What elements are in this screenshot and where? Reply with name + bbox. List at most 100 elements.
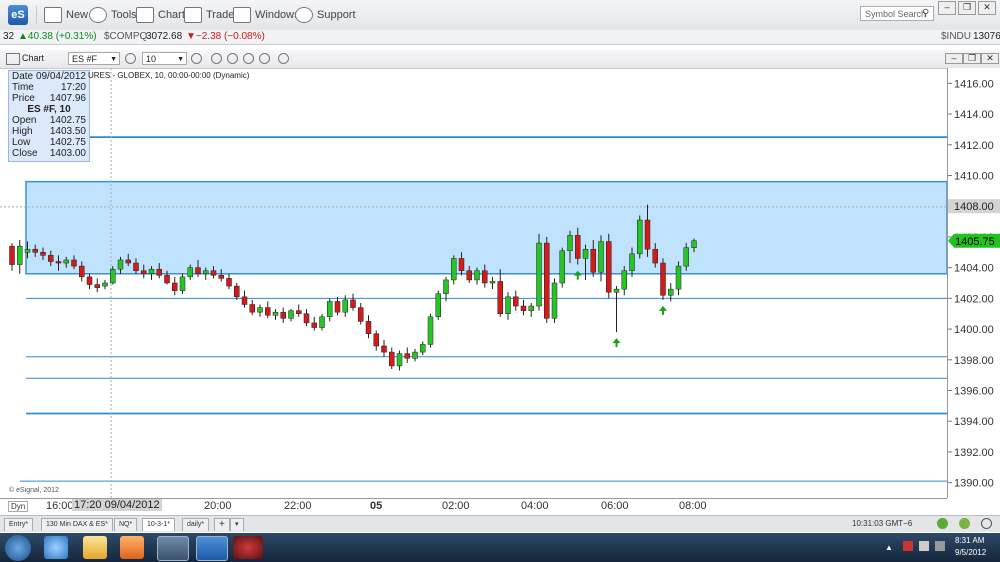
esignal-taskbar-icon[interactable] <box>196 536 228 561</box>
new-button[interactable]: New <box>44 7 88 23</box>
interval-field[interactable]: 10 ▼ <box>142 52 187 65</box>
close-icon[interactable]: ✕ <box>978 1 996 15</box>
candle-body <box>582 248 589 259</box>
candle-body <box>172 282 178 291</box>
trade-icon <box>184 7 202 23</box>
power-icon[interactable] <box>981 518 992 529</box>
candle-body <box>652 248 658 264</box>
tab-10-3-1[interactable]: 10-3-1* <box>142 518 175 531</box>
tools-icon <box>89 7 107 23</box>
show-hidden-icon[interactable]: ▲ <box>885 543 893 552</box>
cursor-time-label: 17:20 09/04/2012 <box>72 499 162 511</box>
status-icon[interactable] <box>959 518 970 529</box>
time-label: 02:00 <box>442 500 470 512</box>
draw-tool-icon[interactable] <box>278 53 289 64</box>
restore-icon[interactable]: ❐ <box>958 1 976 15</box>
tray-time[interactable]: 8:31 AM <box>955 536 984 545</box>
candle-body <box>86 276 93 285</box>
candle-body <box>381 345 387 353</box>
candle-body <box>629 253 635 271</box>
price-tick-label: 1416.00 <box>954 78 994 90</box>
tab-nq[interactable]: NQ* <box>114 518 138 531</box>
candle-body <box>55 261 62 264</box>
time-label: 22:00 <box>284 500 312 512</box>
candle-body <box>9 245 15 265</box>
candle-body <box>358 307 364 322</box>
start-button[interactable] <box>5 535 31 561</box>
candle-body <box>342 299 348 313</box>
add-tab-icon[interactable]: + <box>214 518 230 531</box>
candle-body <box>590 248 596 273</box>
time-axis[interactable]: Dyn 16:00 17:20 09/04/2012 20:00 22:00 0… <box>0 498 947 514</box>
last-price-label: 1405.75 <box>955 236 995 248</box>
ticker-change: ▼−2.38 (−0.08%) <box>186 31 265 42</box>
candle-body <box>288 310 294 319</box>
status-clock: 10:31:03 GMT−6 <box>852 519 913 528</box>
candle-body <box>567 235 573 251</box>
candle-body <box>133 262 139 271</box>
ticker-change: ▲40.38 (+0.31%) <box>18 31 97 42</box>
chart-window-icon <box>6 53 20 65</box>
tray-date[interactable]: 9/5/2012 <box>955 548 986 557</box>
network-icon[interactable] <box>903 541 913 551</box>
add-icon[interactable] <box>259 53 270 64</box>
chart-restore-icon[interactable]: ❐ <box>963 53 981 64</box>
tab-daily[interactable]: daily* <box>182 518 210 531</box>
chevron-down-icon: ▼ <box>110 56 117 63</box>
candle-body <box>311 322 317 328</box>
candle-body <box>551 282 558 319</box>
signal-up-arrow <box>659 305 667 315</box>
candle-body <box>48 255 54 262</box>
candle-body <box>32 248 38 253</box>
candle-body <box>373 333 379 347</box>
candle-body <box>296 310 302 314</box>
app-taskbar-icon[interactable] <box>233 536 263 559</box>
support-icon <box>295 7 313 23</box>
connection-icon[interactable] <box>937 518 948 529</box>
price-axis[interactable]: 1416.001414.001412.001410.001408.001406.… <box>947 68 1000 498</box>
chart-window-toolbar: Chart ES #F ▼ 10 ▼ – ❐ ✕ <box>0 50 1000 69</box>
dyn-toggle[interactable]: Dyn <box>8 501 29 512</box>
chart-button[interactable]: Chart <box>136 7 185 23</box>
candle-body <box>482 270 488 284</box>
tab-130-min-dax-es[interactable]: 130 Min DAX & ES* <box>41 518 113 531</box>
clock-icon[interactable] <box>191 53 202 64</box>
trade-button[interactable]: Trade <box>184 7 234 23</box>
candle-body <box>489 281 496 284</box>
copyright-text: © eSignal, 2012 <box>9 487 59 494</box>
candle-body <box>691 240 697 248</box>
candle-body <box>513 296 519 307</box>
candle-body <box>156 268 162 276</box>
media-player-icon[interactable] <box>120 536 144 559</box>
candle-body <box>265 307 271 316</box>
remote-desktop-icon[interactable] <box>157 536 189 561</box>
volume-icon[interactable] <box>935 541 945 551</box>
link-icon[interactable] <box>125 53 136 64</box>
esignal-logo[interactable]: eS <box>8 5 28 25</box>
windows-button[interactable]: Windows <box>233 7 300 23</box>
tools-button[interactable]: Tools <box>89 7 137 23</box>
ticker-symbol[interactable]: $COMPQ <box>104 30 147 44</box>
support-button[interactable]: Support <box>295 7 356 23</box>
chart-minimize-icon[interactable]: – <box>945 53 963 64</box>
zoom-out-icon[interactable] <box>227 53 238 64</box>
chevron-down-icon[interactable]: ▾ <box>230 518 244 531</box>
candle-body <box>210 270 217 276</box>
minimize-icon[interactable]: – <box>938 1 956 15</box>
databox-row: Time 17:20 <box>12 82 86 93</box>
internet-explorer-icon[interactable] <box>44 536 68 559</box>
ticker-symbol[interactable]: $INDU <box>941 30 971 44</box>
study-title: URES - GLOBEX, 10, 00:00-00:00 (Dynamic) <box>88 71 250 80</box>
price-chart[interactable] <box>0 68 947 498</box>
play-icon[interactable] <box>243 53 254 64</box>
zoom-in-icon[interactable] <box>211 53 222 64</box>
symbol-field[interactable]: ES #F ▼ <box>68 52 120 65</box>
databox-row: Low 1402.75 <box>12 137 86 148</box>
chart-close-icon[interactable]: ✕ <box>981 53 999 64</box>
price-tick-label: 1400.00 <box>954 324 994 336</box>
tab-entry[interactable]: Entry* <box>4 518 34 531</box>
flag-icon[interactable] <box>919 541 929 551</box>
file-explorer-icon[interactable] <box>83 536 107 559</box>
candle-body <box>203 270 209 275</box>
search-icon[interactable]: ⚲ <box>922 8 929 19</box>
